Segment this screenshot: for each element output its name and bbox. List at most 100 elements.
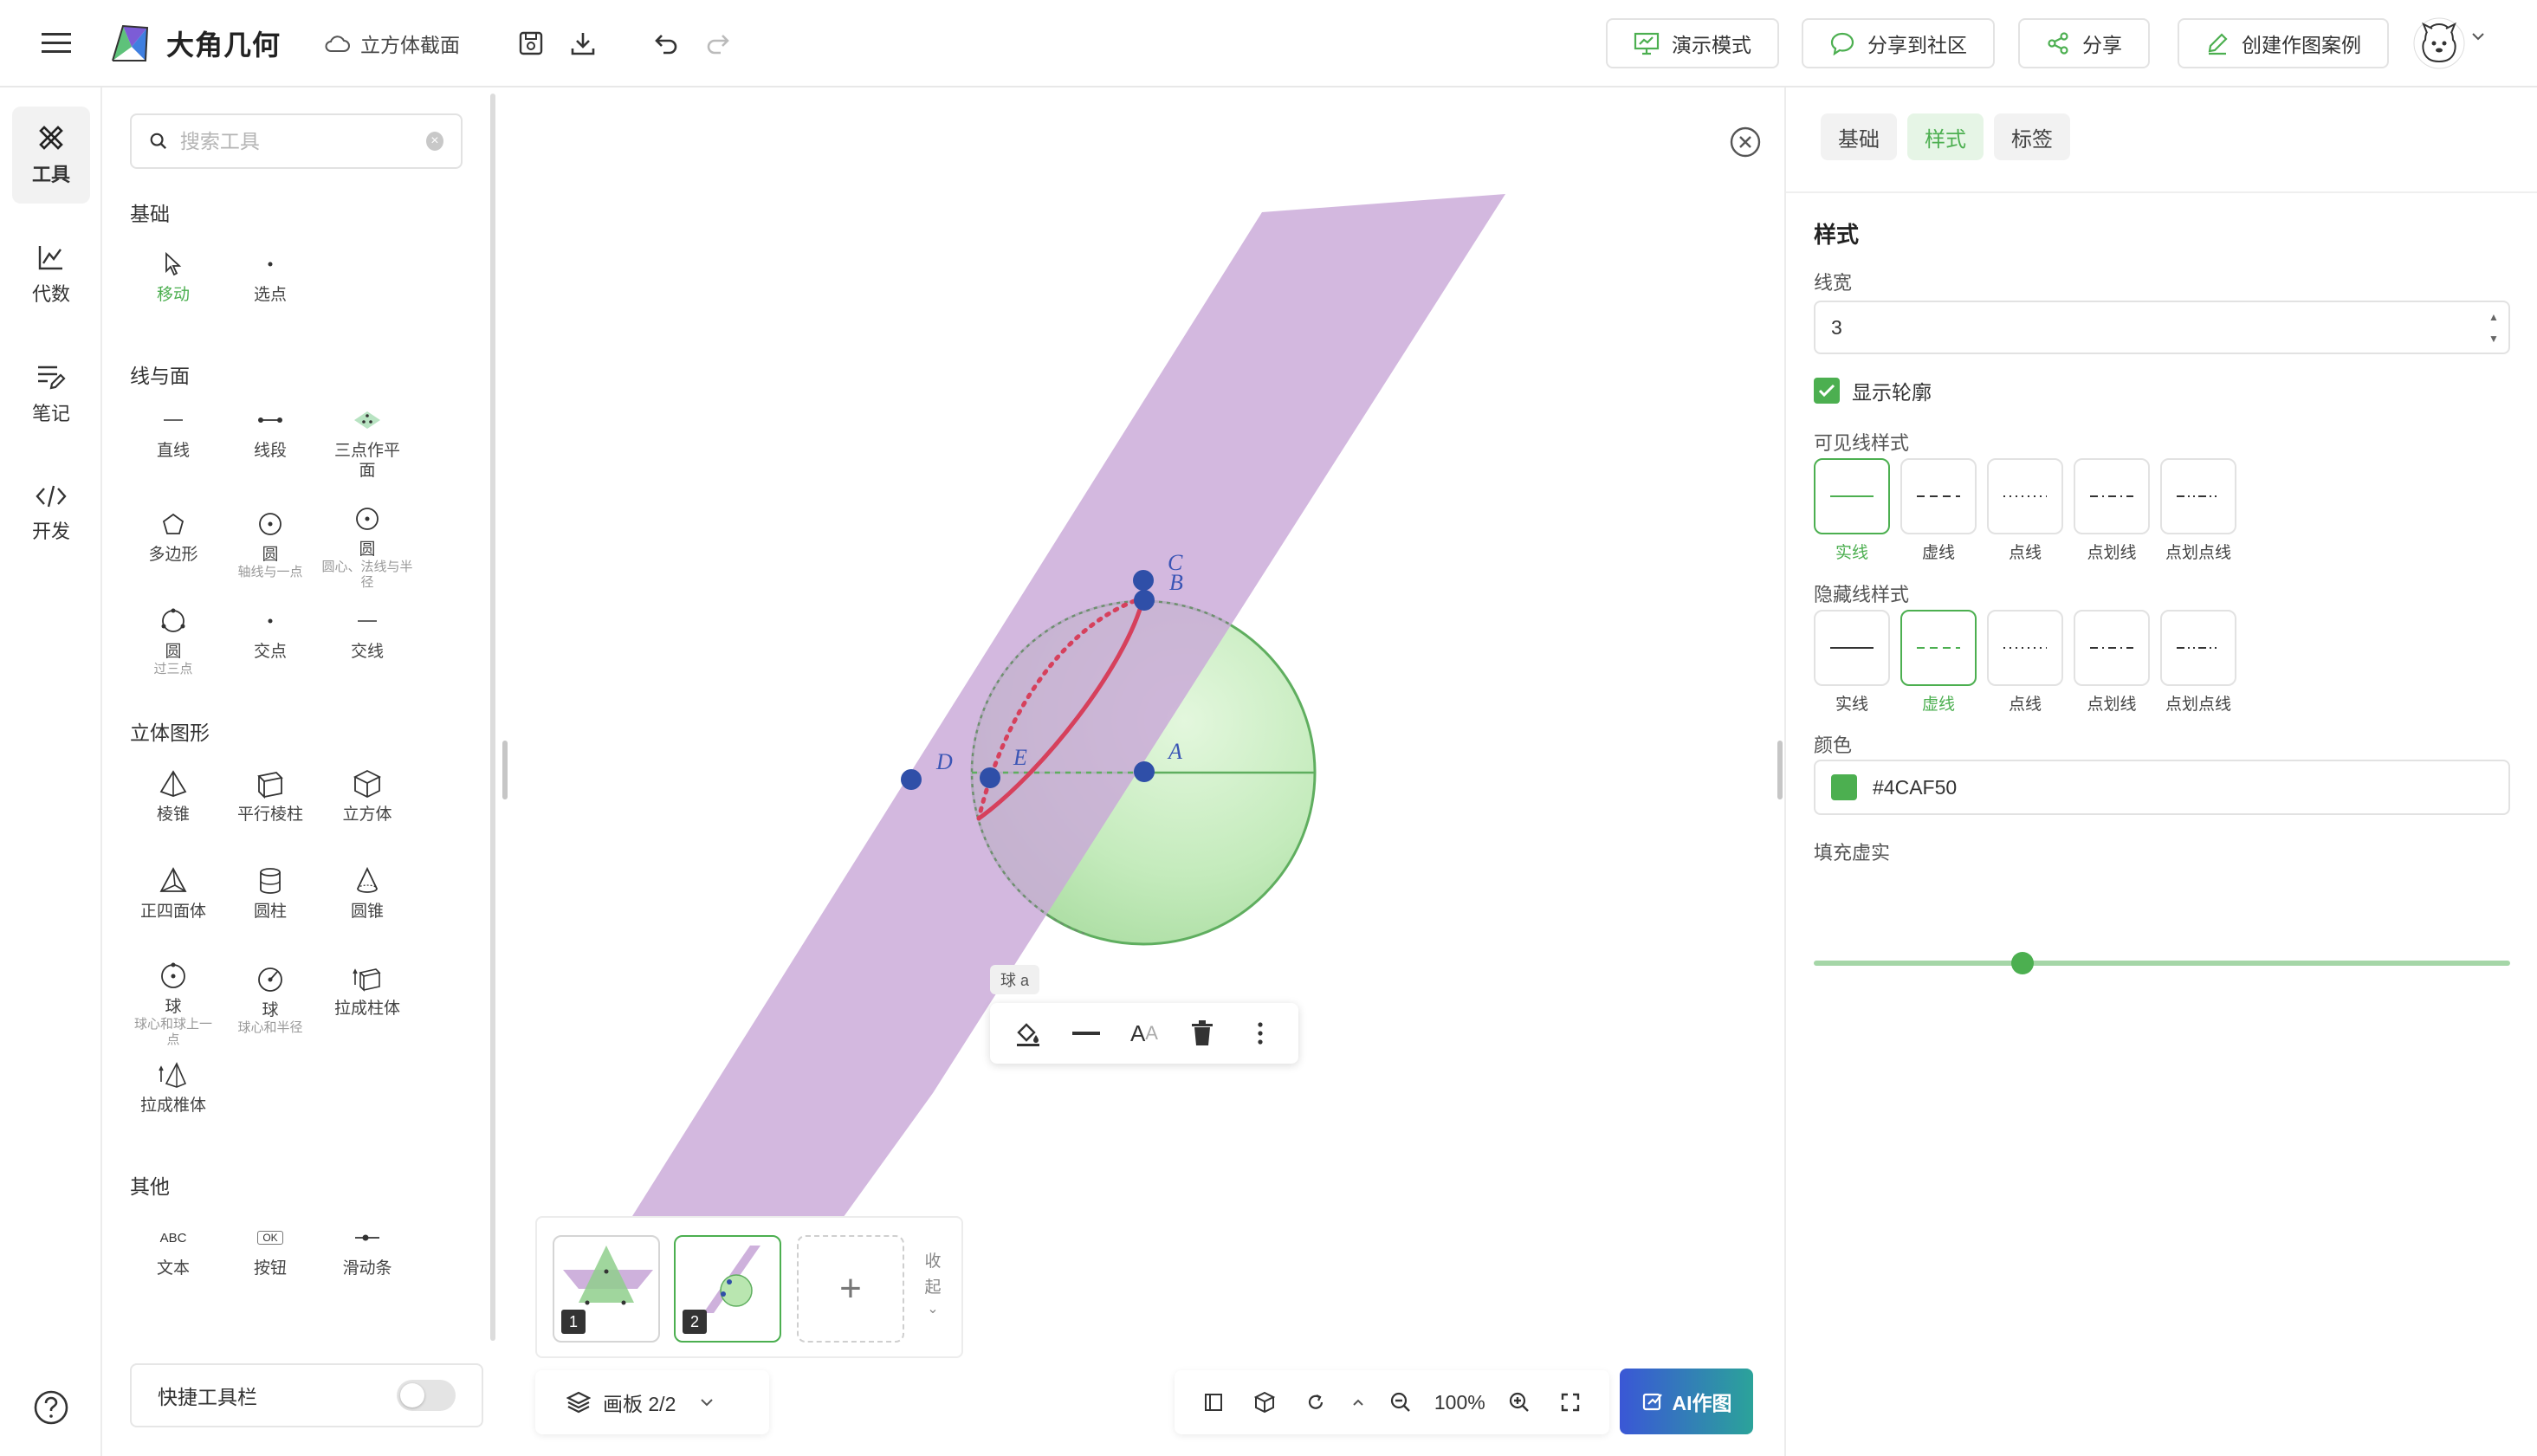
hidden-style-dotted[interactable]: 点线 bbox=[1987, 610, 2063, 715]
chevron-down-icon[interactable] bbox=[2470, 31, 2486, 42]
line-style-icon[interactable] bbox=[1065, 1012, 1108, 1055]
tool-slider[interactable]: 滑动条 bbox=[319, 1220, 416, 1278]
avatar[interactable] bbox=[2413, 17, 2465, 69]
share-button[interactable]: 分享 bbox=[2018, 18, 2150, 68]
tool-search[interactable]: × bbox=[130, 113, 463, 169]
tool-polygon[interactable]: 多边形 bbox=[125, 507, 222, 565]
ai-draw-button[interactable]: AI作图 bbox=[1620, 1369, 1753, 1434]
tool-line[interactable]: 直线 bbox=[125, 403, 222, 461]
tool-move[interactable]: 移动 bbox=[125, 247, 222, 305]
point-d[interactable] bbox=[901, 769, 922, 790]
menu-icon[interactable] bbox=[42, 26, 76, 61]
search-input[interactable] bbox=[179, 129, 414, 153]
tool-sphere-center-radius[interactable]: 球 球心和半径 bbox=[222, 962, 319, 1036]
tool-extrude-prism[interactable]: 拉成柱体 bbox=[319, 961, 416, 1019]
geometry-canvas[interactable]: C B D E A 球 a AA 1 2 + 收起 ⌄ 画板 2/2 100% … bbox=[509, 87, 1776, 1456]
tool-intersection-point[interactable]: 交点 bbox=[222, 604, 319, 662]
delete-icon[interactable] bbox=[1181, 1012, 1224, 1055]
tool-tetrahedron[interactable]: 正四面体 bbox=[125, 864, 222, 922]
zoom-in-icon[interactable] bbox=[1502, 1385, 1537, 1420]
save-icon[interactable] bbox=[511, 23, 551, 63]
tool-circle-three-points[interactable]: 圆 过三点 bbox=[125, 604, 222, 677]
show-outline-checkbox[interactable]: 显示轮廓 bbox=[1814, 376, 1932, 405]
create-case-button[interactable]: 创建作图案例 bbox=[2178, 18, 2389, 68]
document-title[interactable]: 立方体截面 bbox=[324, 26, 460, 61]
tools-scrollbar[interactable] bbox=[490, 94, 495, 1341]
rail-item-algebra[interactable]: 代数 bbox=[12, 226, 90, 323]
line-width-stepper[interactable]: ▲ ▼ bbox=[2482, 306, 2505, 349]
tool-segment[interactable]: 线段 bbox=[222, 403, 319, 461]
undo-icon[interactable] bbox=[646, 23, 686, 63]
rail-item-tools[interactable]: 工具 bbox=[12, 107, 90, 204]
tool-cone[interactable]: 圆锥 bbox=[319, 864, 416, 922]
line-width-input[interactable]: 3 ▲ ▼ bbox=[1814, 301, 2510, 354]
more-icon[interactable] bbox=[1239, 1012, 1282, 1055]
share-community-button[interactable]: 分享到社区 bbox=[1802, 18, 1995, 68]
download-icon[interactable] bbox=[563, 23, 603, 63]
rotate-icon[interactable] bbox=[1298, 1385, 1333, 1420]
chevron-up-icon[interactable] bbox=[1349, 1385, 1367, 1420]
tool-pyramid[interactable]: 棱锥 bbox=[125, 767, 222, 825]
tool-circle-center-normal-radius[interactable]: 圆 圆心、法线与半径 bbox=[319, 502, 416, 591]
thumbnail-board-1[interactable]: 1 bbox=[553, 1235, 660, 1343]
visible-style-dashed[interactable]: 虚线 bbox=[1900, 458, 1977, 563]
section-plane[interactable] bbox=[624, 194, 1505, 1230]
tab-basic[interactable]: 基础 bbox=[1821, 113, 1897, 160]
point-e[interactable] bbox=[980, 767, 1000, 788]
visible-style-dash-dot[interactable]: 点划线 bbox=[2074, 458, 2150, 563]
tab-style[interactable]: 样式 bbox=[1907, 113, 1984, 160]
tool-extrude-pyramid[interactable]: 拉成椎体 bbox=[125, 1058, 222, 1116]
2d-view-icon[interactable] bbox=[1196, 1385, 1231, 1420]
visible-style-dotted[interactable]: 点线 bbox=[1987, 458, 2063, 563]
point-a[interactable] bbox=[1134, 761, 1155, 782]
top-bar: 大角几何 立方体截面 演示模式 分享到社区 分享 创建作图案例 bbox=[0, 0, 2537, 87]
tool-select-point[interactable]: 选点 bbox=[222, 247, 319, 305]
point-c[interactable] bbox=[1133, 570, 1154, 591]
tool-cube[interactable]: 立方体 bbox=[319, 767, 416, 825]
tools-icon bbox=[39, 126, 63, 150]
hidden-style-dashed[interactable]: 虚线 bbox=[1900, 610, 1977, 715]
tool-text[interactable]: ABC 文本 bbox=[125, 1220, 222, 1278]
tool-label: 三点作平面 bbox=[333, 442, 400, 480]
tool-circle-axis-point[interactable]: 圆 轴线与一点 bbox=[222, 507, 319, 580]
clear-icon[interactable]: × bbox=[425, 132, 443, 151]
3d-view-icon[interactable] bbox=[1247, 1385, 1282, 1420]
rail-item-develop[interactable]: 开发 bbox=[12, 465, 90, 562]
help-icon[interactable] bbox=[33, 1389, 69, 1426]
color-field[interactable]: #4CAF50 bbox=[1814, 760, 2510, 815]
close-icon[interactable] bbox=[1728, 125, 1763, 159]
tool-sphere-center-point[interactable]: 球 球心和球上一点 bbox=[125, 959, 222, 1048]
thumbnail-board-2[interactable]: 2 bbox=[674, 1235, 781, 1343]
fill-color-icon[interactable] bbox=[1006, 1012, 1050, 1055]
point-icon bbox=[268, 618, 273, 624]
visible-style-solid[interactable]: 实线 bbox=[1814, 458, 1890, 563]
style-heading: 样式 bbox=[1814, 222, 1860, 248]
fullscreen-icon[interactable] bbox=[1553, 1385, 1588, 1420]
tool-prism[interactable]: 平行棱柱 bbox=[222, 767, 319, 825]
quick-toolbar-toggle[interactable] bbox=[397, 1380, 456, 1411]
redo-icon[interactable] bbox=[698, 23, 738, 63]
color-swatch[interactable] bbox=[1831, 774, 1857, 800]
rail-item-label: 开发 bbox=[31, 521, 70, 542]
tool-button[interactable]: OK 按钮 bbox=[222, 1220, 319, 1278]
tool-intersection-line[interactable]: 交线 bbox=[319, 604, 416, 662]
tool-three-point-plane[interactable]: 三点作平面 bbox=[319, 403, 416, 481]
hidden-style-dash-dot[interactable]: 点划线 bbox=[2074, 610, 2150, 715]
add-board-button[interactable]: + bbox=[797, 1235, 904, 1343]
board-selector[interactable]: 画板 2/2 bbox=[535, 1370, 769, 1434]
tab-label[interactable]: 标签 bbox=[1994, 113, 2070, 160]
hidden-style-solid[interactable]: 实线 bbox=[1814, 610, 1890, 715]
zoom-out-icon[interactable] bbox=[1383, 1385, 1418, 1420]
left-resize-handle[interactable] bbox=[502, 741, 508, 799]
fill-slider-handle[interactable] bbox=[2011, 952, 2035, 974]
hidden-style-dash-dot-dot[interactable]: 点划点线 bbox=[2160, 610, 2236, 715]
point-b[interactable] bbox=[1134, 590, 1155, 611]
collapse-thumbnails-button[interactable]: 收起 ⌄ bbox=[920, 1249, 946, 1318]
label-size-icon[interactable]: AA bbox=[1123, 1012, 1166, 1055]
rail-item-notes[interactable]: 笔记 bbox=[12, 346, 90, 443]
visible-style-dash-dot-dot[interactable]: 点划点线 bbox=[2160, 458, 2236, 563]
right-resize-handle[interactable] bbox=[1777, 741, 1783, 799]
fill-slider[interactable] bbox=[1814, 952, 2510, 974]
presentation-mode-button[interactable]: 演示模式 bbox=[1606, 18, 1779, 68]
tool-cylinder[interactable]: 圆柱 bbox=[222, 864, 319, 922]
